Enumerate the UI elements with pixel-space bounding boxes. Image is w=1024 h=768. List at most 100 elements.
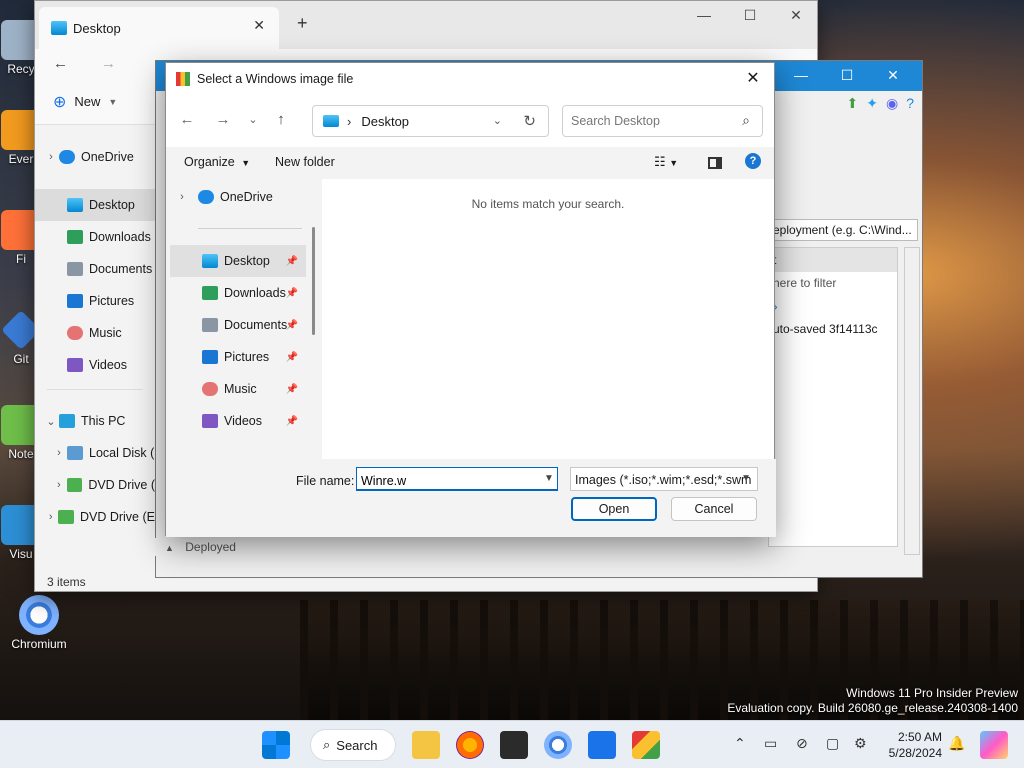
nav-pane-scrollbar[interactable] [312,227,315,335]
terminal-icon[interactable] [500,731,528,759]
address-bar[interactable]: › Desktop ⌄ ↻ [312,105,549,137]
pin-icon[interactable]: 📌 [286,320,298,331]
start-windows-icon[interactable] [262,731,290,759]
forward-arrow-icon[interactable]: → [101,55,116,72]
sidebar-item-dvd-drive-e[interactable]: › DVD Drive (E [35,501,155,533]
notification-bell-icon[interactable]: 🔔 [948,735,965,752]
pin-icon[interactable]: 📌 [286,256,298,267]
sidebar-item-this-pc[interactable]: ⌄ This PC [35,405,155,437]
sidebar-item-desktop[interactable]: Desktop [35,189,155,221]
network-disconnected-icon[interactable]: ⊘ [796,735,808,752]
file-name-input[interactable] [356,467,558,491]
twitter-icon[interactable]: ✦ [866,95,878,112]
deployment-path-input[interactable]: eployment (e.g. C:\Wind... [768,219,918,241]
new-button[interactable]: New [74,94,100,109]
keyboard-icon[interactable]: ▭ [764,735,777,752]
minimize-icon[interactable]: — [778,67,824,84]
notepad-icon[interactable] [588,731,616,759]
sidebar-item-local-disk[interactable]: › Local Disk ( [35,437,155,469]
imaging-app-icon[interactable] [632,731,660,759]
nav-item-documents[interactable]: Documents 📌 [170,309,306,341]
chevron-down-icon[interactable]: ⌄ [493,114,502,127]
chromium-icon[interactable] [544,731,572,759]
help-icon[interactable]: ? [745,153,761,169]
copilot-icon[interactable] [980,731,1008,759]
breadcrumb-separator-icon: › [347,113,352,129]
list-item[interactable]: uto-saved 3f14113c [769,318,897,340]
nav-item-downloads[interactable]: Downloads 📌 [170,277,306,309]
back-arrow-icon[interactable]: ← [176,111,198,128]
nav-item-onedrive[interactable]: › OneDrive [170,181,306,213]
file-type-value: Images (*.iso;*.wim;*.esd;*.swm [575,473,752,487]
chevron-down-icon[interactable]: ▼ [544,473,554,484]
search-icon[interactable]: ⌕ [742,112,750,129]
close-icon[interactable]: ✕ [738,67,768,91]
refresh-icon[interactable]: ↻ [523,112,536,130]
sidebar-item-documents[interactable]: Documents [35,253,155,285]
sidebar-item-pictures[interactable]: Pictures [35,285,155,317]
onedrive-cloud-icon [59,150,75,164]
file-type-select[interactable]: Images (*.iso;*.wim;*.esd;*.swm ▼ [570,467,758,491]
nav-item-pictures[interactable]: Pictures 📌 [170,341,306,373]
desktop-icon-label: Fi [16,252,26,266]
explorer-tab-desktop[interactable]: Desktop ✕ [39,7,279,49]
sidebar-item-dvd-drive-d[interactable]: › DVD Drive ( [35,469,155,501]
file-explorer-icon[interactable] [412,731,440,759]
pin-icon[interactable]: 📌 [286,352,298,363]
new-folder-button[interactable]: New folder [275,155,335,169]
show-hidden-icons-chevron-icon[interactable]: ⌃ [734,735,746,752]
deployed-group-header[interactable]: ▲ Deployed [155,538,717,556]
taskbar-clock[interactable]: 2:50 AM 5/28/2024 [884,729,942,761]
nav-item-desktop[interactable]: Desktop 📌 [170,245,306,277]
preview-pane-icon[interactable] [708,157,722,169]
dialog-titlebar: Select a Windows image file ✕ [166,63,774,95]
chevron-right-icon: › [180,191,184,203]
breadcrumb-desktop[interactable]: Desktop [361,114,409,129]
up-arrow-icon[interactable]: ↑ [270,111,292,128]
app-scrollbar[interactable] [904,247,920,555]
dialog-nav-bar: ← → ⌄ ↑ › Desktop ⌄ ↻ Search Desktop ⌕ [166,95,774,147]
pin-icon[interactable]: 📌 [286,416,298,427]
close-tab-icon[interactable]: ✕ [253,17,265,34]
nav-item-videos[interactable]: Videos 📌 [170,405,306,437]
app-window-controls: — ☐ ✕ [778,67,916,84]
update-arrow-icon[interactable]: ⬆ [847,95,859,112]
sidebar-item-onedrive[interactable]: › OneDrive [35,141,155,173]
nav-item-music[interactable]: Music 📌 [170,373,306,405]
desktop-folder-icon [51,21,67,35]
sidebar-item-label: Pictures [89,294,135,308]
sidebar-item-videos[interactable]: Videos [35,349,155,381]
settings-gear-icon[interactable]: ⚙ [854,735,867,752]
discord-icon[interactable]: ◉ [886,95,898,112]
cancel-button[interactable]: Cancel [671,497,757,521]
new-tab-icon[interactable]: + [297,13,308,34]
taskbar-search-button[interactable]: ⌕ Search [310,729,396,761]
close-icon[interactable]: ✕ [870,67,916,84]
open-button[interactable]: Open [571,497,657,521]
view-options-icon[interactable]: ☷ ▼ [654,154,678,170]
chevron-right-icon[interactable]: › [769,294,897,318]
maximize-icon[interactable]: ☐ [824,67,870,84]
forward-arrow-icon[interactable]: → [212,111,234,128]
minimize-icon[interactable]: — [681,7,727,29]
help-icon[interactable]: ? [906,95,914,112]
desktop-icon-label: Git [13,352,29,366]
sidebar-item-downloads[interactable]: Downloads [35,221,155,253]
pin-icon[interactable]: 📌 [286,384,298,395]
list-filter-hint[interactable]: here to filter [769,272,897,294]
close-icon[interactable]: ✕ [773,7,819,29]
back-arrow-icon[interactable]: ← [53,55,68,72]
organize-button[interactable]: Organize ▼ [184,155,250,169]
nav-item-label: Desktop [224,254,270,268]
maximize-icon[interactable]: ☐ [727,7,773,29]
desktop-folder-icon [202,254,218,268]
search-input[interactable]: Search Desktop ⌕ [562,105,763,137]
display-icon[interactable]: ▢ [826,735,839,752]
firefox-icon[interactable] [456,731,484,759]
recent-locations-chevron-icon[interactable]: ⌄ [242,113,264,126]
sidebar-item-music[interactable]: Music [35,317,155,349]
desktop-icon-chromium[interactable]: Chromium [4,595,74,651]
local-disk-icon [67,446,83,460]
pin-icon[interactable]: 📌 [286,288,298,299]
file-list-area[interactable]: No items match your search. [322,179,774,459]
